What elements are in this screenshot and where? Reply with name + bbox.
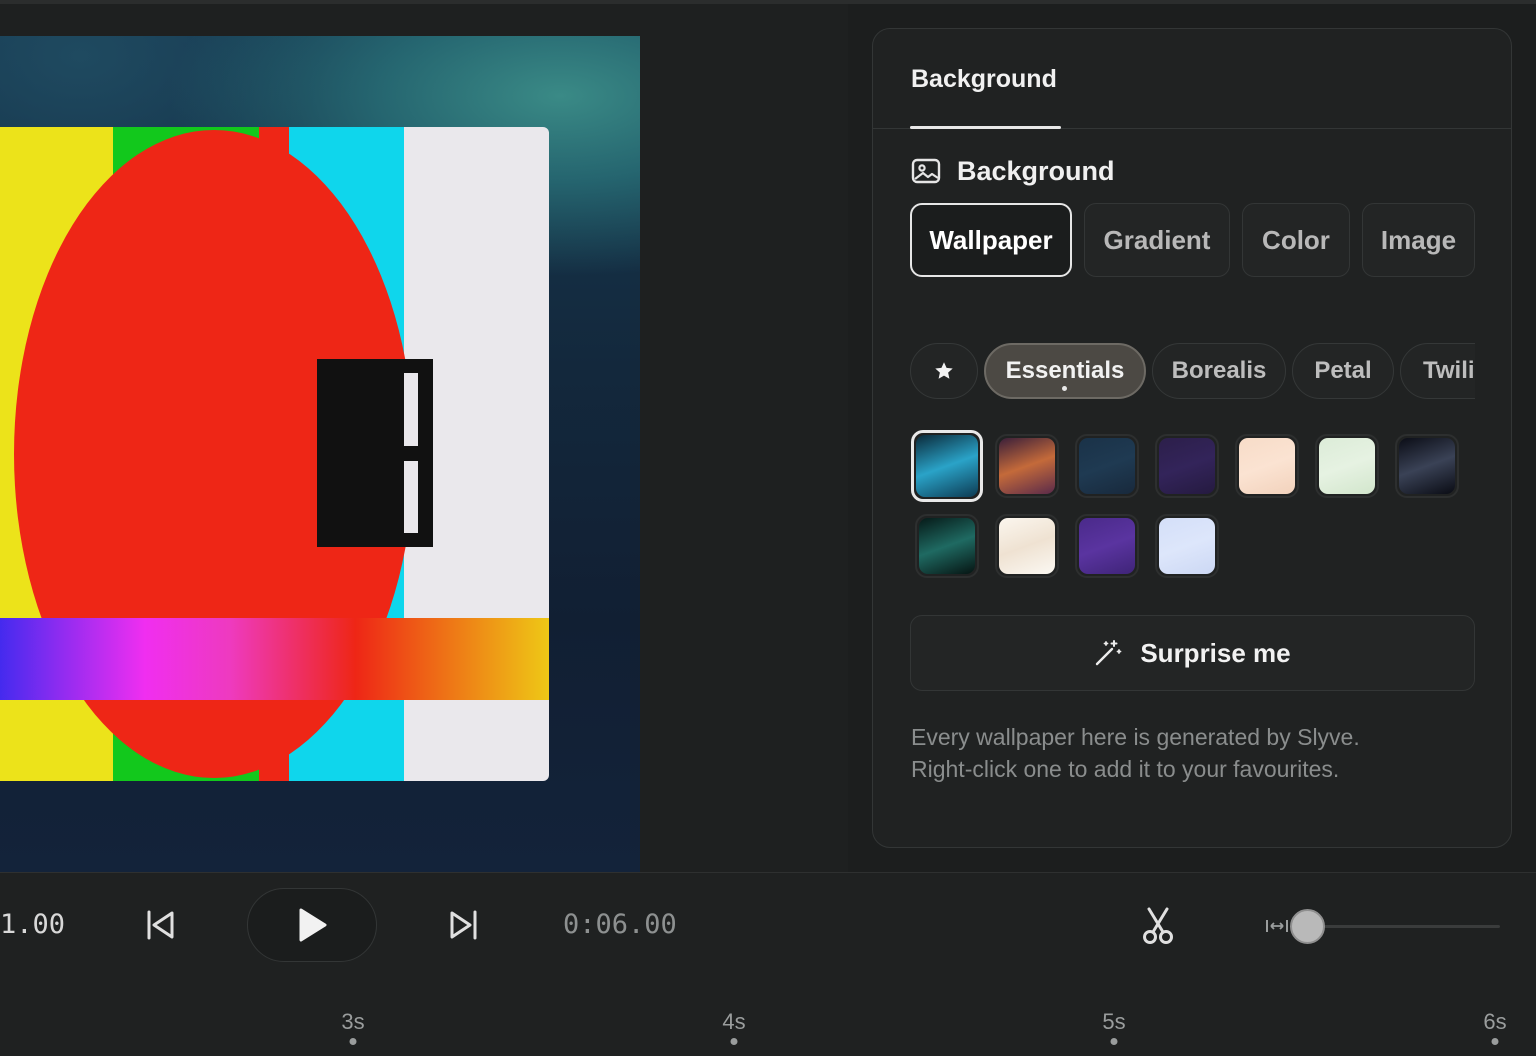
swatch-fill xyxy=(1319,438,1375,494)
help-line: Right-click one to add it to your favour… xyxy=(911,756,1340,782)
swatch-fill xyxy=(1079,518,1135,574)
transport-bar: 1.00 0:06.00 3s 4s 5s 6s xyxy=(0,872,1536,1056)
category-essentials[interactable]: Essentials xyxy=(984,343,1146,399)
surprise-me-label: Surprise me xyxy=(1140,637,1291,668)
cut-button[interactable] xyxy=(1138,903,1178,949)
surprise-me-button[interactable]: Surprise me xyxy=(910,615,1475,691)
star-icon xyxy=(935,362,953,379)
background-panel: Background Background Wallpaper Gradient… xyxy=(872,28,1512,848)
wallpaper-swatch[interactable] xyxy=(1155,514,1219,578)
white-slot xyxy=(404,373,418,446)
wallpaper-swatch[interactable] xyxy=(1155,434,1219,498)
image-button[interactable]: Image xyxy=(1362,203,1475,277)
zoom-slider-track[interactable] xyxy=(1300,925,1500,928)
section-header: Background xyxy=(911,155,1115,187)
favourites-button[interactable] xyxy=(910,343,978,399)
skip-back-button[interactable] xyxy=(140,903,180,947)
preview-canvas xyxy=(0,36,640,872)
ruler-tick-mark xyxy=(730,1038,738,1045)
ruler-tick-label: 5s xyxy=(1102,1009,1126,1034)
total-duration: 0:06.00 xyxy=(563,909,677,940)
ruler-tick-label: 3s xyxy=(341,1009,365,1034)
wallpaper-swatch[interactable] xyxy=(1315,434,1379,498)
help-text: Every wallpaper here is generated by Sly… xyxy=(911,721,1471,785)
preview-stage xyxy=(0,4,848,872)
category-scroller[interactable]: Essentials Borealis Petal Twilight xyxy=(910,343,1475,399)
swatch-fill xyxy=(1399,438,1455,494)
category-borealis[interactable]: Borealis xyxy=(1152,343,1286,399)
tab-background[interactable]: Background xyxy=(911,65,1057,94)
swatch-fill xyxy=(1239,438,1295,494)
wallpaper-swatch[interactable] xyxy=(1075,434,1139,498)
swatch-fill xyxy=(916,435,978,497)
ruler-tick-mark xyxy=(349,1038,357,1045)
ruler-tick-label: 6s xyxy=(1483,1009,1507,1034)
ruler-tick-mark xyxy=(1491,1038,1499,1045)
video-frame xyxy=(0,127,549,781)
wallpaper-swatch[interactable] xyxy=(995,434,1059,498)
ruler-tick-mark xyxy=(1110,1038,1118,1045)
gradient-button[interactable]: Gradient xyxy=(1084,203,1230,277)
category-petal[interactable]: Petal xyxy=(1292,343,1394,399)
wallpaper-swatch[interactable] xyxy=(1395,434,1459,498)
current-time: 1.00 xyxy=(0,909,66,940)
category-twilight[interactable]: Twilight xyxy=(1400,343,1475,399)
image-icon xyxy=(911,158,941,184)
play-icon xyxy=(299,908,327,942)
color-button[interactable]: Color xyxy=(1242,203,1350,277)
swatch-fill xyxy=(919,518,975,574)
skip-back-icon xyxy=(147,910,174,940)
active-tab-indicator xyxy=(910,126,1061,129)
swatch-fill xyxy=(999,518,1055,574)
category-label: Essentials xyxy=(1005,357,1125,384)
ruler-tick-label: 4s xyxy=(722,1009,746,1034)
fit-width-icon xyxy=(1266,920,1288,932)
swatch-fill xyxy=(1159,438,1215,494)
rainbow-band xyxy=(0,618,549,700)
wallpaper-swatch[interactable] xyxy=(1075,514,1139,578)
white-slot xyxy=(404,461,418,533)
scissors-icon xyxy=(1143,907,1173,944)
swatch-fill xyxy=(1079,438,1135,494)
panel-tab-bar: Background xyxy=(873,29,1511,129)
zoom-slider-thumb[interactable] xyxy=(1290,909,1325,944)
help-line: Every wallpaper here is generated by Sly… xyxy=(911,724,1360,750)
wallpaper-swatch[interactable] xyxy=(1235,434,1299,498)
wallpaper-swatch-selected[interactable] xyxy=(911,430,983,502)
active-dot xyxy=(1062,386,1067,391)
fit-zoom-button[interactable] xyxy=(1264,915,1290,937)
wallpaper-swatch[interactable] xyxy=(995,514,1059,578)
wallpaper-swatch[interactable] xyxy=(915,514,979,578)
wallpaper-button[interactable]: Wallpaper xyxy=(910,203,1072,277)
swatch-fill xyxy=(1159,518,1215,574)
magic-wand-icon xyxy=(1096,640,1122,666)
section-title: Background xyxy=(957,155,1115,186)
play-button[interactable] xyxy=(247,888,377,962)
swatch-fill xyxy=(999,438,1055,494)
skip-forward-button[interactable] xyxy=(444,903,484,947)
skip-forward-icon xyxy=(450,910,477,940)
